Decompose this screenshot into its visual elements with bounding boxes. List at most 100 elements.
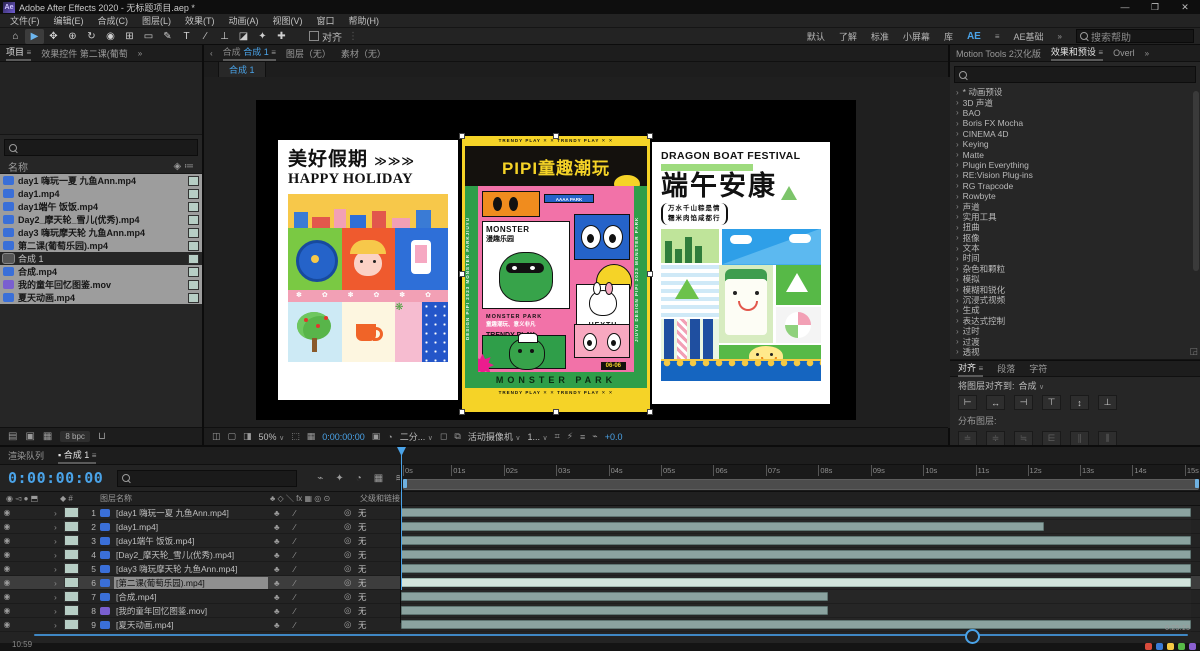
tab-composition[interactable]: 合成 合成 1 ≡ <box>222 45 276 61</box>
layer-name[interactable]: [day3 嗨玩摩天轮 九鱼Ann.mp4] <box>114 563 268 575</box>
eraser[interactable]: ◪ <box>234 29 253 44</box>
layer-duration-bar[interactable] <box>401 564 1191 573</box>
trash-icon[interactable]: ⊔ <box>98 431 106 442</box>
label-color-chip[interactable] <box>188 175 199 186</box>
dist-v-center[interactable]: ≑ <box>986 431 1005 446</box>
pixel-aspect-icon[interactable]: ⌗ <box>555 431 560 442</box>
workspace-menu-icon[interactable]: ≡ <box>995 32 1000 41</box>
pickwhip-icon[interactable]: ◎ <box>344 577 358 588</box>
layer-color-swatch[interactable] <box>64 605 79 616</box>
layer-duration-bar[interactable] <box>401 508 1191 517</box>
orbit-camera[interactable]: ↻ <box>82 29 101 44</box>
layer-color-swatch[interactable] <box>64 563 79 574</box>
selection-handle[interactable] <box>459 271 465 277</box>
pan-behind[interactable]: ⊞ <box>120 29 139 44</box>
puppet[interactable]: ✚ <box>272 29 291 44</box>
expand-arrow-icon[interactable]: › <box>54 536 64 546</box>
zoom[interactable]: ⊕ <box>63 29 82 44</box>
composition-canvas[interactable]: 美好假期 ≫≫≫ HAPPY HOLIDAY ✽ ✿ ✽ ✿ ✽ ✿ ❋ TRE… <box>256 100 856 420</box>
selection[interactable]: ▶ <box>25 28 44 44</box>
minimize-button[interactable]: — <box>1110 0 1140 14</box>
menu-item[interactable]: 视图(V) <box>267 14 309 27</box>
label-color-chip[interactable] <box>188 227 199 238</box>
snap-toggle[interactable]: 对齐 <box>309 29 342 44</box>
shape[interactable]: ▭ <box>139 29 158 44</box>
project-item[interactable]: 第二课(葡萄乐园).mp4 <box>0 239 202 252</box>
label-color-chip[interactable] <box>188 266 199 277</box>
menu-item[interactable]: 合成(C) <box>92 14 135 27</box>
layer-name[interactable]: [我的童年回忆图鉴.mov] <box>114 605 268 617</box>
layer-color-swatch[interactable] <box>64 507 79 518</box>
label-color-chip[interactable] <box>188 279 199 290</box>
snap-checkbox[interactable] <box>309 31 319 41</box>
current-time-display[interactable]: 0:00:00:00 <box>8 469 103 487</box>
menu-item[interactable]: 编辑(E) <box>48 14 90 27</box>
label-column-icon[interactable]: ◈ ≔ <box>174 161 194 172</box>
pickwhip-icon[interactable]: ◎ <box>344 563 358 574</box>
project-item[interactable]: day1 嗨玩一夏 九鱼Ann.mp4 <box>0 174 202 187</box>
playhead[interactable] <box>401 447 402 590</box>
eye-icon[interactable]: ◉ <box>0 550 14 559</box>
switches-columns[interactable]: ♣ ◇ ＼ fx ▦ ◎ ⊙ <box>270 493 360 504</box>
viewer-timecode[interactable]: 0:00:00:00 <box>322 432 365 442</box>
project-item[interactable]: day1端午 饭饭.mp4 <box>0 200 202 213</box>
layer-duration-bar[interactable] <box>401 578 1191 587</box>
pickwhip-icon[interactable]: ◎ <box>344 591 358 602</box>
project-item[interactable]: 我的童年回忆图鉴.mov <box>0 278 202 291</box>
effect-category[interactable]: › 沉浸式视频 <box>950 295 1200 305</box>
menu-item[interactable]: 文件(F) <box>4 14 46 27</box>
layer-duration-bar[interactable] <box>401 592 828 601</box>
layer-track[interactable] <box>401 520 1191 534</box>
workspace-standard[interactable]: 标准 <box>871 30 889 43</box>
layer-color-swatch[interactable] <box>64 591 79 602</box>
label-color-chip[interactable] <box>188 292 199 303</box>
align-top[interactable]: ⊤ <box>1042 395 1061 410</box>
av-features-columns[interactable]: ◉ ◅ ● ⬒ <box>0 494 60 503</box>
type[interactable]: T <box>177 29 196 44</box>
layer-name[interactable]: [第二课(葡萄乐园).mp4] <box>114 576 268 589</box>
menu-item[interactable]: 窗口 <box>311 14 341 27</box>
workspace-learn[interactable]: 了解 <box>839 30 857 43</box>
timeline-track-area[interactable] <box>400 506 1191 632</box>
layer-switches[interactable]: ♣ ∕ <box>268 550 344 560</box>
viewer-stage[interactable]: 美好假期 ≫≫≫ HAPPY HOLIDAY ✽ ✿ ✽ ✿ ✽ ✿ ❋ TRE… <box>204 77 950 428</box>
eye-icon[interactable]: ◉ <box>0 592 14 601</box>
tab-effects-presets[interactable]: 效果和预设 ≡ <box>1050 45 1104 61</box>
layer-name[interactable]: [day1 嗨玩一夏 九鱼Ann.mp4] <box>114 507 268 519</box>
align-to-select[interactable]: 合成 ∨ <box>1019 379 1045 392</box>
clone-stamp[interactable]: ⊥ <box>215 29 234 44</box>
effect-category[interactable]: › RG Trapcode <box>950 181 1200 191</box>
camera-select[interactable]: 活动摄像机 ∨ <box>468 430 521 443</box>
exposure-value[interactable]: +0.0 <box>605 432 623 442</box>
layer-name[interactable]: [合成.mp4] <box>114 591 268 603</box>
layer-switches[interactable]: ♣ ∕ <box>268 592 344 602</box>
layer-track[interactable] <box>401 534 1191 548</box>
selection-handle[interactable] <box>647 409 653 415</box>
layer-name[interactable]: [day1.mp4] <box>114 522 268 532</box>
layer-track[interactable] <box>401 576 1191 590</box>
brush[interactable]: ∕ <box>196 29 215 44</box>
effect-category[interactable]: › Keying <box>950 139 1200 149</box>
home[interactable]: ⌂ <box>6 29 25 44</box>
timeline-button-icon[interactable]: ≡ <box>580 432 585 442</box>
pickwhip-icon[interactable]: ◎ <box>344 521 358 532</box>
layer-switches[interactable]: ♣ ∕ <box>268 522 344 532</box>
align-right[interactable]: ⊣ <box>1014 395 1033 410</box>
dist-left[interactable]: ⋿ <box>1042 431 1061 446</box>
layer-track[interactable] <box>401 604 1191 618</box>
eye-icon[interactable]: ◉ <box>0 564 14 573</box>
layer-color-swatch[interactable] <box>64 535 79 546</box>
selection-handle[interactable] <box>553 133 559 139</box>
layer-duration-bar[interactable] <box>401 522 1044 531</box>
expand-arrow-icon[interactable]: › <box>54 592 64 602</box>
workspace-small-screen[interactable]: 小屏幕 <box>903 30 930 43</box>
effect-category[interactable]: › Boris FX Mocha <box>950 118 1200 128</box>
eye-icon[interactable]: ◉ <box>0 508 14 517</box>
layer-track[interactable] <box>401 506 1191 520</box>
draft-3d-icon[interactable]: ✦ <box>335 473 343 484</box>
workspace-libraries[interactable]: 库 <box>944 30 953 43</box>
eye-icon[interactable]: ◉ <box>0 536 14 545</box>
layer-track[interactable] <box>401 562 1191 576</box>
project-color-depth[interactable]: 8 bpc <box>60 431 90 442</box>
effect-category[interactable]: › 抠像 <box>950 232 1200 243</box>
